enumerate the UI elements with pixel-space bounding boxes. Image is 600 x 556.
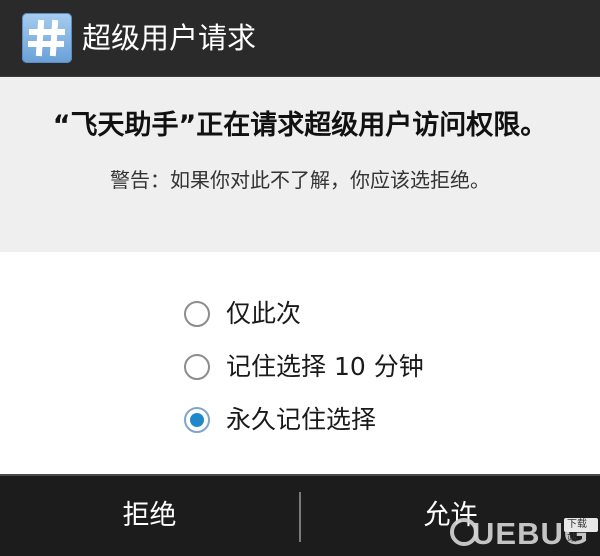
option-label: 永久记住选择 <box>226 405 377 434</box>
radio-button[interactable] <box>184 301 210 327</box>
radio-button[interactable] <box>184 407 210 433</box>
message-panel: “飞天助手”正在请求超级用户访问权限。 警告：如果你对此不了解，你应该选拒绝。 <box>0 77 600 252</box>
option-remember-forever[interactable]: 永久记住选择 <box>184 402 504 442</box>
deny-button[interactable]: 拒绝 <box>0 476 299 556</box>
hash-icon <box>22 13 72 63</box>
option-label: 仅此次 <box>226 299 302 328</box>
dialog-titlebar: 超级用户请求 <box>0 0 600 77</box>
radio-button[interactable] <box>184 354 210 380</box>
site-watermark: UEBUG 下载站 <box>450 512 598 554</box>
dialog-title: 超级用户请求 <box>82 21 257 55</box>
warning-text: 警告：如果你对此不了解，你应该选拒绝。 <box>110 168 490 192</box>
request-headline: “飞天助手”正在请求超级用户访问权限。 <box>52 110 548 141</box>
option-remember-10-minutes[interactable]: 记住选择 10 分钟 <box>184 349 504 389</box>
watermark-badge: 下载站 <box>564 518 598 544</box>
option-once[interactable]: 仅此次 <box>184 296 504 336</box>
option-label: 记住选择 10 分钟 <box>226 352 424 381</box>
remember-options: 仅此次 记住选择 10 分钟 永久记住选择 <box>0 252 600 474</box>
